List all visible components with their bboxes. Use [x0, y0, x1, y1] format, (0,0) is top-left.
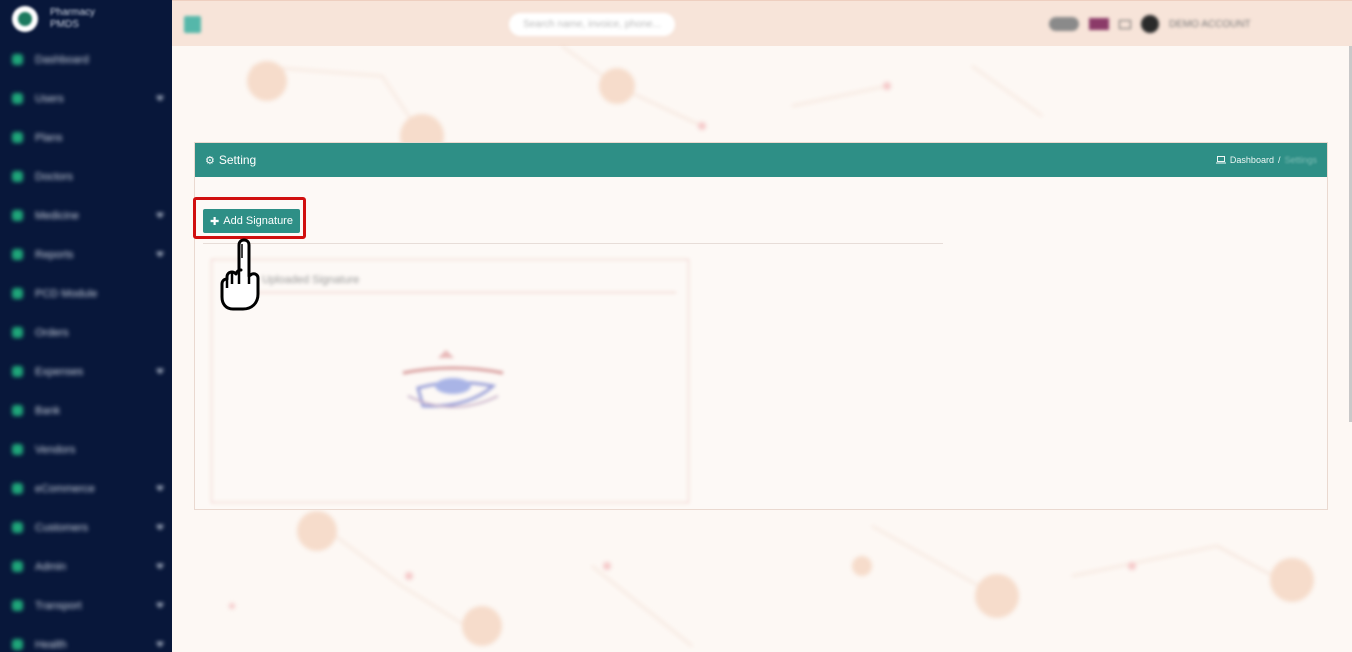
- add-signature-button[interactable]: ✚ Add Signature: [203, 209, 300, 233]
- nav-icon: [12, 327, 23, 338]
- sidebar-item-label: Dashboard: [35, 53, 89, 66]
- chevron-down-icon: [156, 369, 164, 374]
- sidebar-item-plans[interactable]: Plans: [0, 118, 172, 157]
- breadcrumb-separator: /: [1277, 155, 1281, 165]
- nav-icon: [12, 561, 23, 572]
- sidebar-item-expenses[interactable]: Expenses: [0, 352, 172, 391]
- nav-icon: [12, 249, 23, 260]
- chevron-down-icon: [156, 213, 164, 218]
- brand[interactable]: Pharmacy PMDS: [0, 0, 172, 38]
- chevron-down-icon: [156, 564, 164, 569]
- mail-icon[interactable]: [1119, 19, 1131, 29]
- sidebar-item-label: Bank: [35, 404, 61, 417]
- sidebar-item-label: Reports: [35, 248, 74, 261]
- nav-icon: [12, 171, 23, 182]
- sidebar-item-customers[interactable]: Customers: [0, 508, 172, 547]
- search-input[interactable]: Search name, invoice, phone...: [509, 13, 675, 36]
- card-title: Uploaded Signature: [262, 274, 360, 286]
- sidebar-item-medicine[interactable]: Medicine: [0, 196, 172, 235]
- nav-icon: [12, 522, 23, 533]
- sidebar-item-bank[interactable]: Bank: [0, 391, 172, 430]
- breadcrumb-dashboard[interactable]: Dashboard: [1230, 155, 1274, 165]
- hand-pointer-icon: [220, 238, 260, 311]
- sidebar-item-label: Users: [35, 92, 64, 105]
- chevron-down-icon: [156, 642, 164, 647]
- menu-toggle-icon[interactable]: [184, 16, 201, 33]
- add-signature-highlight: ✚ Add Signature: [193, 197, 306, 239]
- sidebar-item-users[interactable]: Users: [0, 79, 172, 118]
- nav-icon: [12, 54, 23, 65]
- chevron-down-icon: [156, 486, 164, 491]
- sidebar-item-vendors[interactable]: Vendors: [0, 430, 172, 469]
- sidebar-item-label: Admin: [35, 560, 67, 573]
- sidebar-item-dashboard[interactable]: Dashboard: [0, 40, 172, 79]
- nav-icon: [12, 639, 23, 650]
- chevron-down-icon: [156, 525, 164, 530]
- signature-card: Uploaded Signature: [211, 259, 689, 503]
- account-avatar[interactable]: [1141, 15, 1159, 33]
- sidebar-item-label: Customers: [35, 521, 89, 534]
- signature-image: [402, 350, 504, 408]
- chevron-down-icon: [156, 96, 164, 101]
- sidebar-item-label: Plans: [35, 131, 63, 144]
- plus-icon: ✚: [210, 215, 220, 228]
- breadcrumb: Dashboard / Settings: [1215, 155, 1317, 165]
- sidebar-item-health[interactable]: Health: [0, 625, 172, 652]
- sidebar-item-reports[interactable]: Reports: [0, 235, 172, 274]
- sidebar-item-label: Transport: [35, 599, 82, 612]
- brand-logo-icon: [12, 6, 38, 32]
- sidebar-item-pcd-module[interactable]: PCD Module: [0, 274, 172, 313]
- sidebar-item-label: PCD Module: [35, 287, 98, 300]
- panel-header: ⚙ Setting Dashboard / Settings: [195, 143, 1327, 177]
- topbar: Search name, invoice, phone... DEMO ACCO…: [172, 0, 1352, 46]
- nav-icon: [12, 483, 23, 494]
- sidebar-item-label: Expenses: [35, 365, 84, 378]
- sidebar-item-admin[interactable]: Admin: [0, 547, 172, 586]
- account-menu[interactable]: DEMO ACCOUNT: [1169, 19, 1251, 30]
- card-divider: [224, 292, 676, 293]
- sidebar: Pharmacy PMDS Dashboard Users Plans Doctors…: [0, 0, 172, 652]
- sidebar-item-label: Orders: [35, 326, 69, 339]
- laptop-icon: [1215, 156, 1226, 164]
- sidebar-item-label: eCommerce: [35, 482, 95, 495]
- sidebar-item-label: Doctors: [35, 170, 73, 183]
- sidebar-item-label: Vendors: [35, 443, 76, 456]
- sidebar-item-orders[interactable]: Orders: [0, 313, 172, 352]
- settings-panel: ⚙ Setting Dashboard / Settings ✚ Add Sig…: [193, 142, 1328, 510]
- sidebar-item-label: Health: [35, 638, 67, 651]
- sidebar-nav: Dashboard Users Plans Doctors Medicine Report…: [0, 40, 172, 652]
- breadcrumb-current: Settings: [1284, 155, 1317, 165]
- sidebar-item-label: Medicine: [35, 209, 80, 222]
- nav-icon: [12, 366, 23, 377]
- sidebar-item-transport[interactable]: Transport: [0, 586, 172, 625]
- nav-icon: [12, 444, 23, 455]
- nav-icon: [12, 93, 23, 104]
- toggle-pill-icon[interactable]: [1049, 17, 1079, 31]
- nav-icon: [12, 288, 23, 299]
- gear-icon: ⚙: [205, 154, 215, 167]
- chevron-down-icon: [156, 252, 164, 257]
- brand-name: Pharmacy PMDS: [50, 7, 96, 30]
- nav-icon: [12, 132, 23, 143]
- divider: [203, 243, 943, 244]
- chevron-down-icon: [156, 603, 164, 608]
- sidebar-item-doctors[interactable]: Doctors: [0, 157, 172, 196]
- language-flag-icon[interactable]: [1089, 18, 1109, 30]
- page-title: ⚙ Setting: [205, 153, 257, 167]
- nav-icon: [12, 600, 23, 611]
- topbar-actions: DEMO ACCOUNT: [1049, 15, 1251, 33]
- sidebar-item-ecommerce[interactable]: eCommerce: [0, 469, 172, 508]
- nav-icon: [12, 405, 23, 416]
- nav-icon: [12, 210, 23, 221]
